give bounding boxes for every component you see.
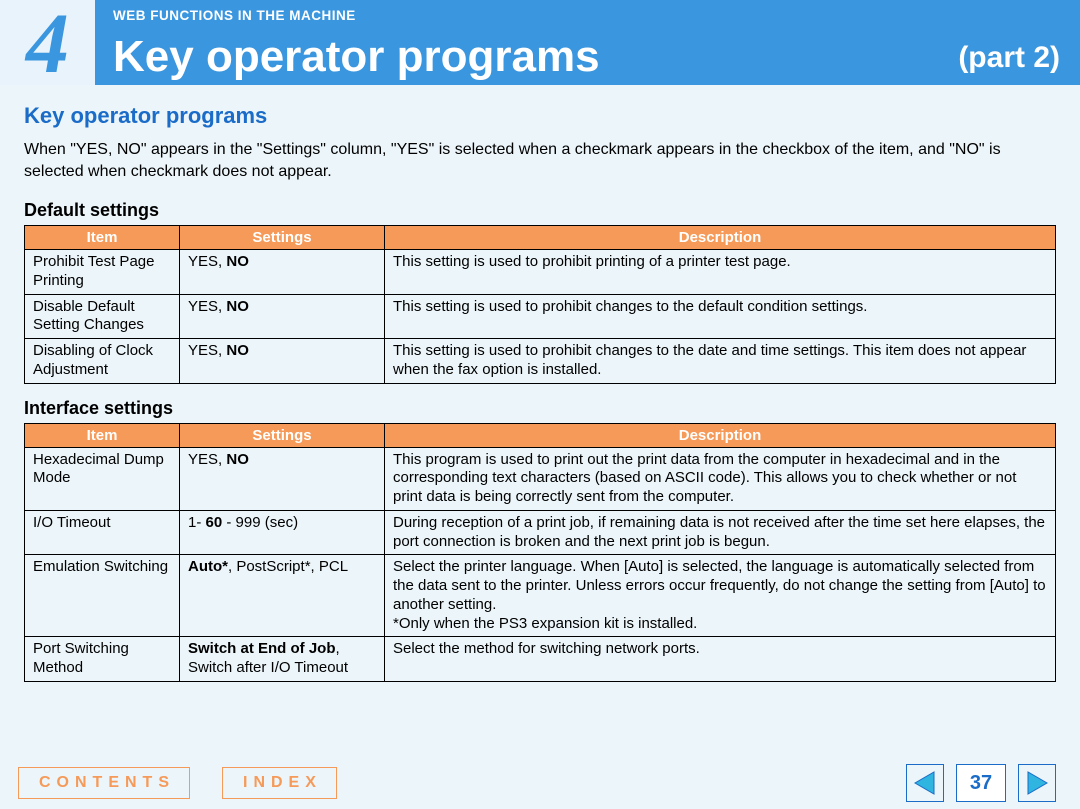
section-title: Key operator programs <box>24 103 1056 129</box>
chapter-banner: 4 WEB FUNCTIONS IN THE MACHINE Key opera… <box>0 0 1080 85</box>
cell-settings: YES, NO <box>180 294 385 339</box>
cell-settings: YES, NO <box>180 447 385 510</box>
cell-settings: Auto*, PostScript*, PCL <box>180 555 385 637</box>
contents-button[interactable]: CONTENTS <box>18 767 190 799</box>
page-number: 37 <box>956 764 1006 802</box>
col-item: Item <box>25 423 180 447</box>
interface-settings-heading: Interface settings <box>24 398 1056 419</box>
nav-next-button[interactable] <box>1018 764 1056 802</box>
cell-description: Select the method for switching network … <box>385 637 1056 682</box>
table-row: Disable Default Setting ChangesYES, NOTh… <box>25 294 1056 339</box>
cell-item: Disable Default Setting Changes <box>25 294 180 339</box>
col-settings: Settings <box>180 226 385 250</box>
cell-item: I/O Timeout <box>25 510 180 555</box>
col-description: Description <box>385 226 1056 250</box>
cell-item: Hexadecimal Dump Mode <box>25 447 180 510</box>
intro-text: When "YES, NO" appears in the "Settings"… <box>24 139 1056 182</box>
nav-prev-button[interactable] <box>906 764 944 802</box>
table-row: Disabling of Clock AdjustmentYES, NOThis… <box>25 339 1056 384</box>
col-description: Description <box>385 423 1056 447</box>
table-row: Port Switching MethodSwitch at End of Jo… <box>25 637 1056 682</box>
col-settings: Settings <box>180 423 385 447</box>
cell-settings: Switch at End of Job, Switch after I/O T… <box>180 637 385 682</box>
cell-description: During reception of a print job, if rema… <box>385 510 1056 555</box>
cell-description: This setting is used to prohibit changes… <box>385 339 1056 384</box>
cell-item: Port Switching Method <box>25 637 180 682</box>
chapter-number-box: 4 <box>0 0 95 85</box>
cell-description: This program is used to print out the pr… <box>385 447 1056 510</box>
cell-description: This setting is used to prohibit changes… <box>385 294 1056 339</box>
cell-item: Prohibit Test Page Printing <box>25 250 180 295</box>
index-button[interactable]: INDEX <box>222 767 337 799</box>
table-row: Prohibit Test Page PrintingYES, NOThis s… <box>25 250 1056 295</box>
triangle-right-icon <box>1024 770 1050 796</box>
banner-kicker: WEB FUNCTIONS IN THE MACHINE <box>113 8 356 23</box>
table-row: Emulation SwitchingAuto*, PostScript*, P… <box>25 555 1056 637</box>
banner-part: (part 2) <box>958 41 1060 75</box>
cell-description: Select the printer language. When [Auto]… <box>385 555 1056 637</box>
table-row: I/O Timeout1- 60 - 999 (sec)During recep… <box>25 510 1056 555</box>
interface-settings-table: Item Settings Description Hexadecimal Du… <box>24 423 1056 682</box>
banner-right: WEB FUNCTIONS IN THE MACHINE Key operato… <box>95 0 1080 85</box>
default-settings-heading: Default settings <box>24 200 1056 221</box>
table-row: Hexadecimal Dump ModeYES, NOThis program… <box>25 447 1056 510</box>
cell-description: This setting is used to prohibit printin… <box>385 250 1056 295</box>
default-settings-table: Item Settings Description Prohibit Test … <box>24 225 1056 384</box>
col-item: Item <box>25 226 180 250</box>
page-content: Key operator programs When "YES, NO" app… <box>0 85 1080 682</box>
cell-settings: YES, NO <box>180 339 385 384</box>
chapter-number: 4 <box>26 0 69 86</box>
banner-title: Key operator programs <box>113 35 1060 79</box>
cell-settings: YES, NO <box>180 250 385 295</box>
cell-settings: 1- 60 - 999 (sec) <box>180 510 385 555</box>
triangle-left-icon <box>912 770 938 796</box>
cell-item: Disabling of Clock Adjustment <box>25 339 180 384</box>
page-footer: CONTENTS INDEX 37 <box>0 757 1080 809</box>
cell-item: Emulation Switching <box>25 555 180 637</box>
